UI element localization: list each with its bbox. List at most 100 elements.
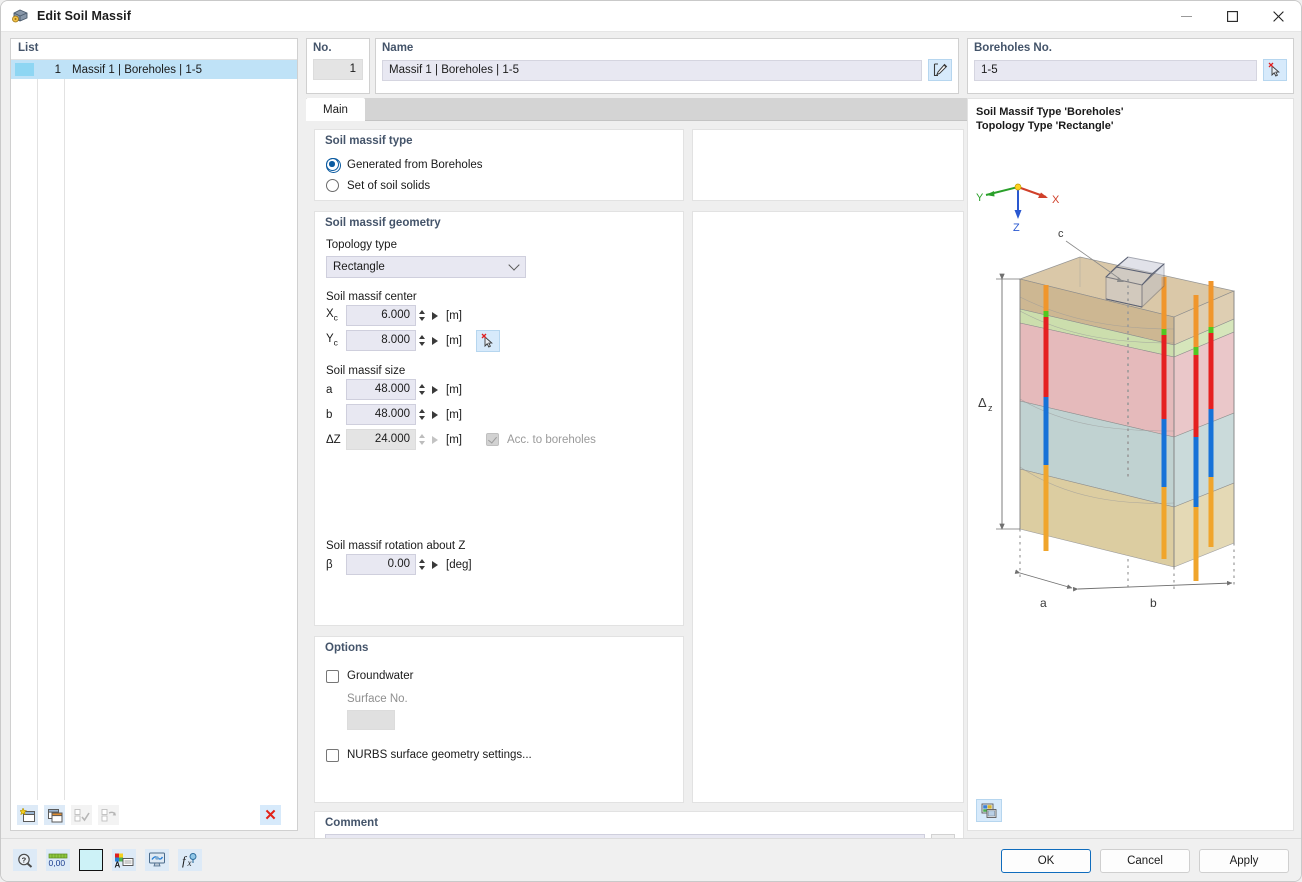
display-settings-icon[interactable] <box>145 849 169 871</box>
svg-text:0,00: 0,00 <box>49 858 66 868</box>
dialog-body: List 1 Massif 1 | Boreholes | 1-5 ✕ No. … <box>1 32 1301 863</box>
number-label: No. <box>313 42 332 54</box>
list-item-color-swatch[interactable] <box>15 63 34 76</box>
label-c: c <box>1058 228 1064 240</box>
field-yc-symbol: Yc <box>326 333 338 348</box>
svg-text:?: ? <box>22 855 27 864</box>
list-item-label: Massif 1 | Boreholes | 1-5 <box>72 63 202 76</box>
field-yc-spinner[interactable] <box>416 330 428 351</box>
edit-soil-massif-dialog: Edit Soil Massif List 1 Massif 1 | Boreh… <box>0 0 1302 882</box>
field-dz: ΔZ 24.000 [m] Acc. to boreholes <box>326 427 683 452</box>
invert-selection-button <box>98 805 119 825</box>
help-magnifier-icon[interactable]: ? <box>13 849 37 871</box>
edit-pencil-icon[interactable] <box>928 59 952 81</box>
svg-text:Δ: Δ <box>978 395 987 410</box>
field-a-spinner[interactable] <box>416 379 428 400</box>
field-b-play-button[interactable] <box>428 404 441 425</box>
list-item[interactable]: 1 Massif 1 | Boreholes | 1-5 <box>11 60 297 79</box>
number-format-icon[interactable]: 0,00 <box>46 849 70 871</box>
checkbox-nurbs-settings[interactable]: NURBS surface geometry settings... <box>326 745 683 765</box>
checkbox-acc-to-boreholes: Acc. to boreholes <box>486 430 596 450</box>
label-settings-icon[interactable]: A <box>112 849 136 871</box>
topology-type-select[interactable]: Rectangle <box>326 256 526 278</box>
svg-text:b: b <box>1150 596 1157 610</box>
maximize-button[interactable] <box>1209 1 1255 32</box>
pick-cursor-icon[interactable] <box>1263 59 1287 81</box>
name-input[interactable]: Massif 1 | Boreholes | 1-5 <box>382 59 922 81</box>
name-field-group: Name Massif 1 | Boreholes | 1-5 <box>375 38 959 94</box>
list-item-number: 1 <box>54 63 61 76</box>
dimension-b: b <box>1072 580 1233 610</box>
number-input[interactable]: 1 <box>313 59 363 80</box>
ok-button[interactable]: OK <box>1001 849 1091 873</box>
field-b-input[interactable]: 48.000 <box>346 404 416 425</box>
surface-no-input <box>347 710 395 730</box>
new-item-button[interactable] <box>17 805 38 825</box>
field-dz-spinner <box>416 429 428 450</box>
color-swatch-icon[interactable] <box>79 849 103 871</box>
image-settings-icon[interactable] <box>976 799 1002 822</box>
field-xc-input[interactable]: 6.000 <box>346 305 416 326</box>
checkbox-indicator <box>326 748 339 762</box>
field-beta-input[interactable]: 0.00 <box>346 554 416 575</box>
tab-main[interactable]: Main <box>306 98 365 121</box>
field-xc: Xc 6.000 [m] <box>326 303 683 328</box>
checkbox-groundwater[interactable]: Groundwater <box>326 666 683 686</box>
list-column-swatch <box>11 60 38 800</box>
field-yc-unit: [m] <box>446 334 462 347</box>
copy-item-button[interactable] <box>44 805 65 825</box>
list-body[interactable]: 1 Massif 1 | Boreholes | 1-5 <box>11 59 297 800</box>
field-a: a 48.000 [m] <box>326 377 683 402</box>
svg-text:z: z <box>988 403 993 413</box>
field-dz-input: 24.000 <box>346 429 416 450</box>
field-yc-play-button[interactable] <box>428 330 441 351</box>
checkbox-label: NURBS surface geometry settings... <box>347 749 532 761</box>
boreholes-input[interactable]: 1-5 <box>974 59 1257 81</box>
field-b-unit: [m] <box>446 408 462 421</box>
dimension-a: a <box>1014 569 1073 610</box>
radio-set-of-soil-solids[interactable]: Set of soil solids <box>315 175 683 196</box>
field-beta-play-button[interactable] <box>428 554 441 575</box>
field-dz-play-button <box>428 429 441 450</box>
field-xc-spinner[interactable] <box>416 305 428 326</box>
number-field-group: No. 1 <box>306 38 370 94</box>
field-yc-input[interactable]: 8.000 <box>346 330 416 351</box>
soil-massif-type-title: Soil massif type <box>325 135 413 147</box>
field-beta: β 0.00 [deg] <box>326 552 683 577</box>
field-a-play-button[interactable] <box>428 379 441 400</box>
field-beta-spinner[interactable] <box>416 554 428 575</box>
minimize-button[interactable] <box>1163 1 1209 32</box>
apply-button[interactable]: Apply <box>1199 849 1289 873</box>
name-label: Name <box>382 42 414 54</box>
function-icon[interactable]: f x <box>178 849 202 871</box>
svg-text:Y: Y <box>976 192 984 204</box>
field-b-spinner[interactable] <box>416 404 428 425</box>
list-toolbar: ✕ <box>11 800 297 830</box>
options-card: Options Groundwater Surface No. NURBS su… <box>314 636 684 803</box>
field-beta-symbol: β <box>326 558 333 571</box>
field-xc-play-button[interactable] <box>428 305 441 326</box>
checkbox-indicator <box>326 669 339 683</box>
soil-massif-icon <box>11 7 29 25</box>
field-a-input[interactable]: 48.000 <box>346 379 416 400</box>
field-xc-unit: [m] <box>446 309 462 322</box>
list-header: List <box>11 39 297 59</box>
preview-description: Soil Massif Type 'Boreholes' Topology Ty… <box>976 105 1123 133</box>
radio-generated-from-boreholes[interactable]: Generated from Boreholes <box>315 154 683 175</box>
field-b: b 48.000 [m] <box>326 402 683 427</box>
list-panel: List 1 Massif 1 | Boreholes | 1-5 ✕ <box>10 38 298 831</box>
bottom-bar: ? 0,00 A f x OK Cancel Apply <box>1 838 1301 881</box>
soil-massif-type-card: Soil massif type Generated from Borehole… <box>314 129 684 201</box>
comment-title: Comment <box>325 817 379 829</box>
window-title: Edit Soil Massif <box>37 9 131 23</box>
center-pick-cursor-icon[interactable] <box>476 329 500 352</box>
type-detail-panel <box>692 129 964 201</box>
close-button[interactable] <box>1255 1 1301 32</box>
field-b-symbol: b <box>326 408 333 421</box>
boreholes-label: Boreholes No. <box>974 42 1052 54</box>
select-all-button <box>71 805 92 825</box>
cancel-button[interactable]: Cancel <box>1100 849 1190 873</box>
field-a-symbol: a <box>326 383 333 396</box>
radio-indicator <box>326 179 339 192</box>
delete-item-button[interactable]: ✕ <box>260 805 281 825</box>
